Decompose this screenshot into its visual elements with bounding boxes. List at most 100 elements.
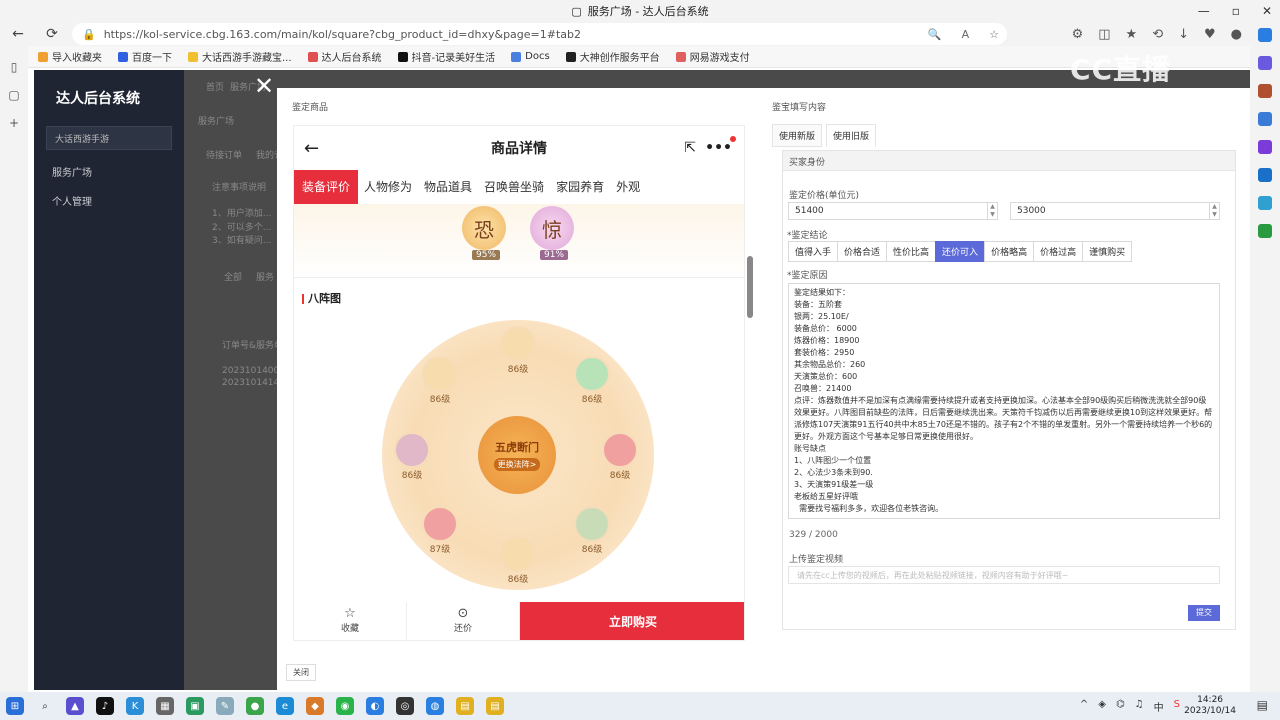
url-field[interactable]: 🔒 https://kol-service.cbg.163.com/main/k… bbox=[72, 23, 1007, 45]
bookmark-item[interactable]: Docs bbox=[511, 51, 550, 62]
sidebar-item-square[interactable]: 服务广场 bbox=[34, 150, 184, 179]
formation-node[interactable]: 86级 bbox=[570, 506, 614, 555]
read-aloud-icon[interactable]: A bbox=[962, 28, 970, 41]
bing-icon[interactable] bbox=[1258, 28, 1272, 42]
briefcase-icon[interactable] bbox=[1258, 84, 1272, 98]
tray-app-icon[interactable]: S bbox=[1174, 699, 1180, 714]
more-icon[interactable]: ••• bbox=[705, 140, 732, 156]
conclusion-option[interactable]: 价格略高 bbox=[984, 241, 1035, 262]
network-icon[interactable]: ⌬ bbox=[1116, 699, 1125, 714]
tray-arrow-icon[interactable]: ^ bbox=[1080, 699, 1088, 714]
tab-summons[interactable]: 召唤兽坐骑 bbox=[478, 170, 550, 204]
tab-equipment[interactable]: 装备评价 bbox=[294, 170, 359, 204]
taskbar-app-icon[interactable]: ▤ bbox=[486, 697, 504, 715]
profile-avatar[interactable]: ● bbox=[1231, 27, 1242, 42]
formation-node[interactable]: 86级 bbox=[390, 432, 434, 481]
preview-scrollbar[interactable] bbox=[746, 130, 754, 640]
tab-old-version[interactable]: 使用旧版 bbox=[826, 124, 877, 147]
stepper-icon[interactable]: ▲ ▼ bbox=[987, 203, 997, 219]
new-tab-icon[interactable]: + bbox=[0, 116, 28, 130]
bookmark-item[interactable]: 导入收藏夹 bbox=[38, 49, 102, 64]
formation-node[interactable]: 86级 bbox=[570, 356, 614, 405]
tab-new-version[interactable]: 使用新版 bbox=[772, 124, 823, 147]
refresh-icon[interactable]: ⟳ bbox=[40, 26, 64, 42]
close-icon[interactable]: ✕ bbox=[252, 72, 276, 100]
game-app-icon[interactable]: ◆ bbox=[306, 697, 324, 715]
split-screen-icon[interactable]: ◫ bbox=[1098, 27, 1110, 42]
volume-icon[interactable]: ♫ bbox=[1135, 699, 1144, 714]
buy-now-button[interactable]: 立即购买 bbox=[520, 602, 744, 640]
sidebar-item-personal[interactable]: 个人管理 bbox=[34, 179, 184, 208]
tree-icon[interactable] bbox=[1258, 224, 1272, 238]
edge-icon[interactable]: e bbox=[276, 697, 294, 715]
taskbar-app-icon[interactable]: ▣ bbox=[186, 697, 204, 715]
history-icon[interactable]: ⟲ bbox=[1152, 27, 1163, 42]
wechat-icon[interactable]: ◉ bbox=[336, 697, 354, 715]
taskbar-app-icon[interactable]: ● bbox=[246, 697, 264, 715]
tab-appearance[interactable]: 外观 bbox=[610, 170, 646, 204]
formation-center[interactable]: 五虎断门 更换法阵> bbox=[478, 416, 556, 494]
taskbar-app-icon[interactable]: ▤ bbox=[456, 697, 474, 715]
downloads-icon[interactable]: ↓ bbox=[1178, 27, 1189, 42]
tab-actions-icon[interactable]: ▯ bbox=[0, 60, 28, 74]
conclusion-option[interactable]: 性价比高 bbox=[886, 241, 937, 262]
conclusion-option-selected[interactable]: 还价可入 bbox=[935, 241, 986, 262]
back-icon[interactable]: ← bbox=[6, 26, 30, 42]
conclusion-option[interactable]: 值得入手 bbox=[788, 241, 839, 262]
stepper-icon[interactable]: ▲ ▼ bbox=[1209, 203, 1219, 219]
taskbar-app-icon[interactable]: ◐ bbox=[366, 697, 384, 715]
close-button[interactable]: 关闭 bbox=[286, 664, 316, 681]
close-window-icon[interactable]: ✕ bbox=[1262, 4, 1272, 18]
video-link-input[interactable]: 请先在cc上传您的视频后，再在此处粘贴视频链接，视频内容有助于好评哦~ bbox=[788, 566, 1220, 584]
taskbar-app-icon[interactable]: ◎ bbox=[396, 697, 414, 715]
taskbar-app-icon[interactable]: ▲ bbox=[66, 697, 84, 715]
formation-node[interactable]: 86级 bbox=[496, 536, 540, 585]
reason-textarea[interactable]: 鉴定结果如下： 装备：五阶套 银两：25.10E/ 装备总价： 6000 炼器价… bbox=[788, 283, 1220, 519]
change-formation-button[interactable]: 更换法阵> bbox=[493, 458, 541, 471]
favorite-star-icon[interactable]: ☆ bbox=[989, 28, 999, 41]
conclusion-option[interactable]: 价格过高 bbox=[1033, 241, 1084, 262]
zoom-icon[interactable]: 🔍 bbox=[928, 28, 942, 41]
tab-items[interactable]: 物品道具 bbox=[418, 170, 478, 204]
calculator-icon[interactable]: ▦ bbox=[156, 697, 174, 715]
send-icon[interactable] bbox=[1258, 196, 1272, 210]
formation-node[interactable]: 86级 bbox=[598, 432, 642, 481]
bargain-button[interactable]: ⊙ 还价 bbox=[407, 602, 520, 640]
tray-app-icon[interactable]: ◈ bbox=[1098, 699, 1106, 714]
people-icon[interactable] bbox=[1258, 112, 1272, 126]
formation-node[interactable]: 87级 bbox=[418, 506, 462, 555]
bookmark-item[interactable]: 百度一下 bbox=[118, 49, 172, 64]
restore-icon[interactable]: ▫ bbox=[1232, 4, 1240, 18]
price-max-input[interactable]: 53000 ▲ ▼ bbox=[1010, 202, 1220, 220]
bookmark-item[interactable]: 大话西游手游藏宝... bbox=[188, 49, 292, 64]
conclusion-option[interactable]: 价格合适 bbox=[837, 241, 888, 262]
tab-home[interactable]: 家园养育 bbox=[550, 170, 610, 204]
ime-indicator[interactable]: 中 bbox=[1154, 699, 1164, 714]
windows-start-icon[interactable]: ⊞ bbox=[6, 697, 24, 715]
minimize-icon[interactable]: — bbox=[1198, 4, 1210, 18]
formation-node[interactable]: 86级 bbox=[496, 326, 540, 375]
tab-cultivation[interactable]: 人物修为 bbox=[358, 170, 418, 204]
submit-button[interactable]: 提交 bbox=[1188, 605, 1220, 621]
back-arrow-icon[interactable]: ← bbox=[304, 138, 319, 159]
conclusion-option[interactable]: 谨慎购买 bbox=[1082, 241, 1133, 262]
scrollbar-thumb[interactable] bbox=[747, 256, 753, 318]
search-icon[interactable]: ⌕ bbox=[36, 697, 54, 715]
collections-icon[interactable]: ♥ bbox=[1204, 27, 1216, 42]
taskbar-app-icon[interactable]: ✎ bbox=[216, 697, 234, 715]
game-select[interactable]: 大话西游手游 bbox=[46, 126, 172, 150]
bookmark-item[interactable]: 抖音-记录美好生活 bbox=[397, 49, 495, 64]
favorites-icon[interactable]: ★ bbox=[1126, 27, 1138, 42]
bookmark-item[interactable]: 大神创作服务平台 bbox=[565, 49, 660, 64]
extensions-icon[interactable]: ⚙ bbox=[1072, 27, 1084, 42]
share-icon[interactable]: ⇱ bbox=[684, 140, 696, 156]
outlook-icon[interactable] bbox=[1258, 168, 1272, 182]
notification-icon[interactable]: ▤ bbox=[1257, 698, 1268, 712]
price-min-input[interactable]: 51400 ▲ ▼ bbox=[788, 202, 998, 220]
taskbar-app-icon[interactable]: K bbox=[126, 697, 144, 715]
taskbar-app-icon[interactable]: ◍ bbox=[426, 697, 444, 715]
tiktok-icon[interactable]: ♪ bbox=[96, 697, 114, 715]
taskbar-clock[interactable]: 14:26 2023/10/14 bbox=[1184, 695, 1236, 717]
tag-icon[interactable] bbox=[1258, 56, 1272, 70]
tab-page-icon[interactable]: ▢ bbox=[0, 88, 28, 102]
